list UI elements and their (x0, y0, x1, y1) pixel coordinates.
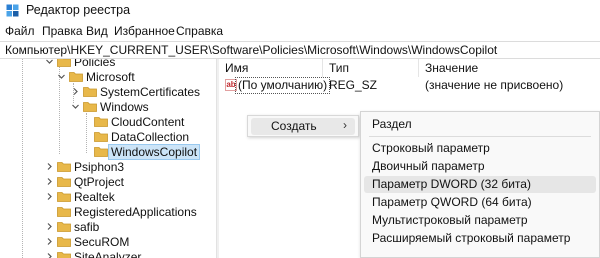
submenu-item-expandable-string[interactable]: Расширяемый строковый параметр (364, 230, 596, 247)
context-menu: Создать › (247, 115, 359, 137)
folder-icon (94, 117, 108, 127)
folder-icon (57, 237, 71, 247)
tree-node-label: RegisteredApplications (74, 205, 197, 219)
column-header-name[interactable]: Имя (219, 59, 323, 77)
menu-view[interactable]: Вид (86, 24, 108, 38)
folder-icon (83, 87, 97, 97)
folder-icon (69, 72, 83, 82)
folder-icon (94, 132, 108, 142)
submenu-item-key[interactable]: Раздел (364, 116, 596, 133)
value-name: (По умолчанию) (238, 78, 328, 92)
submenu-item-dword[interactable]: Параметр DWORD (32 бита) (364, 176, 596, 193)
folder-icon (57, 207, 71, 217)
menu-help[interactable]: Справка (176, 24, 223, 38)
regedit-icon (6, 4, 19, 17)
tree-node-siteanalyzer[interactable]: SiteAnalyzer (0, 249, 216, 258)
chevron-right-icon[interactable] (44, 176, 55, 187)
chevron-right-icon[interactable] (44, 251, 55, 258)
submenu-item-multistring[interactable]: Мультистроковый параметр (364, 212, 596, 229)
tree-node-label: DataCollection (111, 130, 190, 144)
submenu-divider (369, 136, 591, 137)
menu-file[interactable]: Файл (5, 24, 35, 38)
value-data: (значение не присвоено) (425, 78, 564, 92)
tree-node-label: Psiphon3 (74, 160, 125, 174)
chevron-right-icon[interactable] (44, 236, 55, 247)
tree-node-label: SiteAnalyzer (74, 250, 142, 258)
submenu-item-binary[interactable]: Двоичный параметр (364, 158, 596, 175)
tree-node-label: Policies (74, 59, 116, 69)
menu-favorites[interactable]: Избранное (114, 24, 175, 38)
context-menu-label: Создать (271, 119, 317, 133)
context-menu-item-create[interactable]: Создать › (251, 118, 355, 135)
chevron-right-icon[interactable] (70, 86, 81, 97)
tree-node-label: QtProject (74, 175, 125, 189)
tree-node-label: WindowsCopilot (108, 144, 201, 160)
folder-icon (57, 59, 71, 67)
title-bar: Редактор реестра (0, 0, 600, 21)
create-submenu: Раздел Строковый параметр Двоичный парам… (360, 111, 600, 258)
submenu-item-label: Строковый параметр (372, 141, 490, 155)
submenu-item-label: Параметр DWORD (32 бита) (372, 177, 531, 191)
window-title: Редактор реестра (26, 3, 131, 17)
value-type: REG_SZ (329, 78, 378, 92)
tree-node-label: Realtek (74, 190, 115, 204)
submenu-item-label: Мультистроковый параметр (372, 213, 528, 227)
address-bar[interactable]: Компьютер\HKEY_CURRENT_USER\Software\Pol… (0, 41, 600, 59)
menu-edit[interactable]: Правка (42, 24, 83, 38)
column-header-value[interactable]: Значение (419, 59, 600, 77)
submenu-item-label: Двоичный параметр (372, 159, 485, 173)
value-name-cell: (По умолчанию) (235, 77, 331, 94)
address-path[interactable]: Компьютер\HKEY_CURRENT_USER\Software\Pol… (5, 43, 497, 57)
folder-icon (57, 177, 71, 187)
chevron-right-icon[interactable] (44, 191, 55, 202)
tree-node-label: Microsoft (86, 70, 135, 84)
chevron-down-icon[interactable] (44, 59, 55, 67)
folder-icon (94, 147, 108, 157)
chevron-down-icon[interactable] (56, 71, 67, 82)
submenu-item-qword[interactable]: Параметр QWORD (64 бита) (364, 194, 596, 211)
tree-node-label: CloudContent (111, 115, 185, 129)
submenu-item-label: Расширяемый строковый параметр (372, 231, 571, 245)
tree-pane[interactable]: Policies Microsoft SystemCertificates Wi… (0, 59, 216, 258)
table-row[interactable]: ab (По умолчанию) REG_SZ (значение не пр… (219, 77, 600, 95)
chevron-right-icon[interactable] (44, 161, 55, 172)
tree-node-label: safib (74, 220, 100, 234)
chevron-right-icon[interactable] (44, 221, 55, 232)
tree-node-label: SystemCertificates (100, 85, 201, 99)
tree-node-label: SecuROM (74, 235, 130, 249)
chevron-right-icon: › (343, 118, 347, 132)
column-header-type[interactable]: Тип (323, 59, 419, 77)
submenu-item-label: Раздел (372, 117, 412, 131)
folder-icon (57, 192, 71, 202)
folder-icon (57, 222, 71, 232)
folder-icon (83, 102, 97, 112)
chevron-down-icon[interactable] (70, 101, 81, 112)
submenu-item-label: Параметр QWORD (64 бита) (372, 195, 532, 209)
folder-icon (57, 252, 71, 258)
submenu-item-string[interactable]: Строковый параметр (364, 140, 596, 157)
menu-bar: Файл Правка Вид Избранное Справка (0, 21, 600, 41)
folder-icon (57, 162, 71, 172)
tree-node-label: Windows (100, 100, 149, 114)
